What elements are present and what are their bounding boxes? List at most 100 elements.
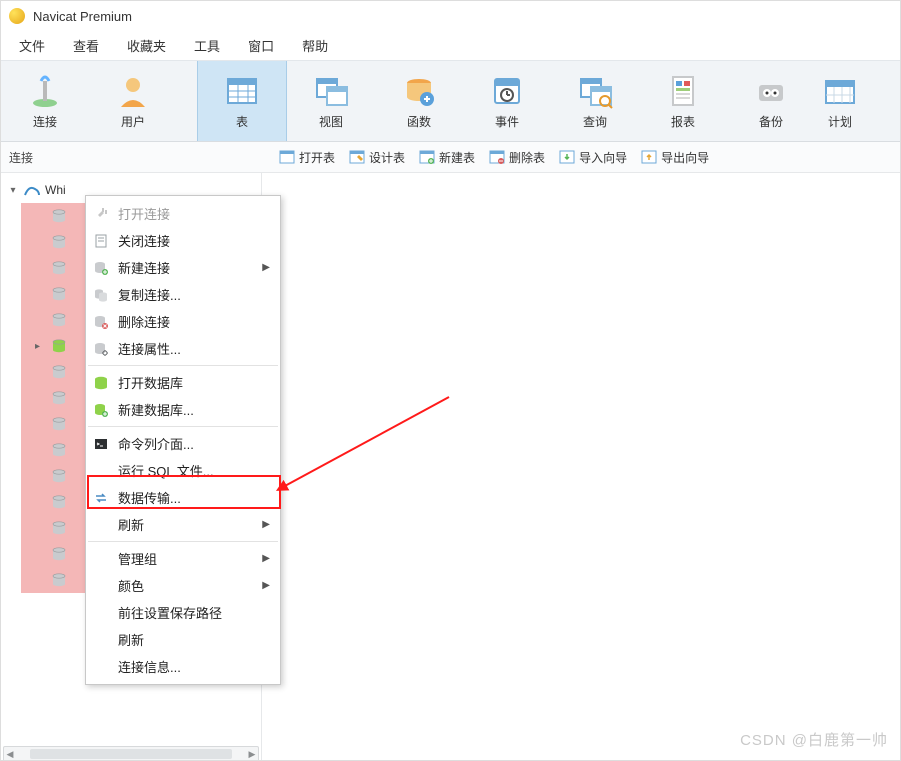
toolbar-query-button[interactable]: 查询: [551, 61, 639, 141]
blank-icon: [92, 516, 110, 534]
menu-item[interactable]: 连接属性...: [86, 335, 280, 362]
scroll-left-icon[interactable]: ◀: [4, 749, 16, 760]
mysql-conn-icon: [23, 183, 41, 197]
content-pane: [262, 173, 900, 761]
menu-favorites[interactable]: 收藏夹: [113, 32, 180, 59]
query-icon: [577, 73, 613, 109]
caret-down-icon: ▾: [7, 185, 19, 196]
menu-separator: [88, 426, 278, 427]
submenu-arrow-icon: ▶: [262, 580, 270, 591]
delete-table-icon: [489, 149, 505, 165]
menu-item-label: 打开数据库: [118, 373, 183, 392]
menu-item[interactable]: 连接信息...: [86, 653, 280, 680]
menu-item[interactable]: 新建连接▶: [86, 254, 280, 281]
sub-actions: 打开表 设计表 新建表 删除表 导入向导 导出向导: [269, 149, 709, 166]
toolbar-backup-button[interactable]: 备份: [727, 61, 815, 141]
database-active-icon: [51, 338, 67, 354]
toolbar-table-button[interactable]: 表: [197, 61, 287, 141]
menu-file[interactable]: 文件: [5, 32, 59, 59]
main-toolbar: 连接 用户 表 视图 函数: [1, 60, 900, 142]
menu-item[interactable]: 前往设置保存路径: [86, 599, 280, 626]
caret-right-icon: ▸: [35, 341, 45, 352]
menu-item[interactable]: 命令列介面...: [86, 430, 280, 457]
action-import-wizard[interactable]: 导入向导: [559, 149, 627, 166]
toolbar-schedule-label: 计划: [828, 113, 852, 130]
database-icon: [51, 286, 67, 302]
action-delete-table[interactable]: 删除表: [489, 149, 545, 166]
db-copy-icon: [92, 286, 110, 304]
database-icon: [51, 260, 67, 276]
sidebar-scrollbar[interactable]: ◀ ▶: [3, 746, 259, 761]
blank-icon: [92, 631, 110, 649]
new-table-icon: [419, 149, 435, 165]
database-icon: [51, 208, 67, 224]
db-new-icon: [92, 401, 110, 419]
sub-toolbar: 连接 打开表 设计表 新建表 删除表 导入向导 导出向导: [1, 142, 900, 173]
menu-item[interactable]: 颜色 ▶: [86, 572, 280, 599]
schedule-icon: [822, 73, 858, 109]
menu-item-label: 颜色: [118, 576, 144, 595]
app-title: Navicat Premium: [33, 9, 132, 24]
menu-item[interactable]: 打开数据库: [86, 369, 280, 396]
action-open-table[interactable]: 打开表: [279, 149, 335, 166]
menu-item-label: 刷新: [118, 515, 144, 534]
toolbar-connect-button[interactable]: 连接: [1, 61, 89, 141]
menu-item-label: 数据传输...: [118, 488, 181, 507]
toolbar-user-button[interactable]: 用户: [89, 61, 177, 141]
database-icon: [51, 468, 67, 484]
menu-separator: [88, 365, 278, 366]
blank-icon: [92, 550, 110, 568]
toolbar-report-button[interactable]: 报表: [639, 61, 727, 141]
menu-item[interactable]: 新建数据库...: [86, 396, 280, 423]
toolbar-schedule-button[interactable]: 计划: [815, 61, 865, 141]
menu-item-label: 复制连接...: [118, 285, 181, 304]
menu-item[interactable]: 刷新: [86, 626, 280, 653]
menu-item-label: 连接属性...: [118, 339, 181, 358]
report-icon: [665, 73, 701, 109]
database-icon: [51, 312, 67, 328]
menu-item[interactable]: 数据传输...: [86, 484, 280, 511]
connection-name: Whi: [45, 183, 66, 197]
menu-item-label: 前往设置保存路径: [118, 603, 222, 622]
database-icon: [51, 442, 67, 458]
menu-item[interactable]: 刷新▶: [86, 511, 280, 538]
menu-item-label: 关闭连接: [118, 231, 170, 250]
menu-item[interactable]: 删除连接: [86, 308, 280, 335]
toolbar-function-button[interactable]: 函数: [375, 61, 463, 141]
menu-item-label: 删除连接: [118, 312, 170, 331]
toolbar-event-label: 事件: [495, 113, 519, 130]
export-icon: [641, 149, 657, 165]
toolbar-view-button[interactable]: 视图: [287, 61, 375, 141]
menu-help[interactable]: 帮助: [288, 32, 342, 59]
menu-item: 打开连接: [86, 200, 280, 227]
toolbar-backup-label: 备份: [759, 113, 783, 130]
action-design-table[interactable]: 设计表: [349, 149, 405, 166]
toolbar-connect-label: 连接: [33, 113, 57, 130]
backup-icon: [753, 73, 789, 109]
scroll-thumb[interactable]: [30, 749, 232, 759]
menu-item[interactable]: 管理组▶: [86, 545, 280, 572]
menu-item[interactable]: 运行 SQL 文件...: [86, 457, 280, 484]
menu-item-label: 刷新: [118, 630, 144, 649]
menu-item-label: 打开连接: [118, 204, 170, 223]
import-icon: [559, 149, 575, 165]
menu-separator: [88, 541, 278, 542]
menu-item-label: 新建连接: [118, 258, 170, 277]
menu-item[interactable]: 关闭连接: [86, 227, 280, 254]
table-icon: [224, 73, 260, 109]
view-icon: [313, 73, 349, 109]
action-export-wizard[interactable]: 导出向导: [641, 149, 709, 166]
db-add-icon: [92, 259, 110, 277]
toolbar-event-button[interactable]: 事件: [463, 61, 551, 141]
toolbar-query-label: 查询: [583, 113, 607, 130]
menu-view[interactable]: 查看: [59, 32, 113, 59]
toolbar-function-label: 函数: [407, 113, 431, 130]
menu-tools[interactable]: 工具: [180, 32, 234, 59]
app-window: Navicat Premium 文件 查看 收藏夹 工具 窗口 帮助 连接 用户: [0, 0, 901, 761]
menu-item[interactable]: 复制连接...: [86, 281, 280, 308]
menu-window[interactable]: 窗口: [234, 32, 288, 59]
scroll-right-icon[interactable]: ▶: [246, 749, 258, 760]
db-delete-icon: [92, 313, 110, 331]
action-new-table[interactable]: 新建表: [419, 149, 475, 166]
blank-icon: [92, 604, 110, 622]
